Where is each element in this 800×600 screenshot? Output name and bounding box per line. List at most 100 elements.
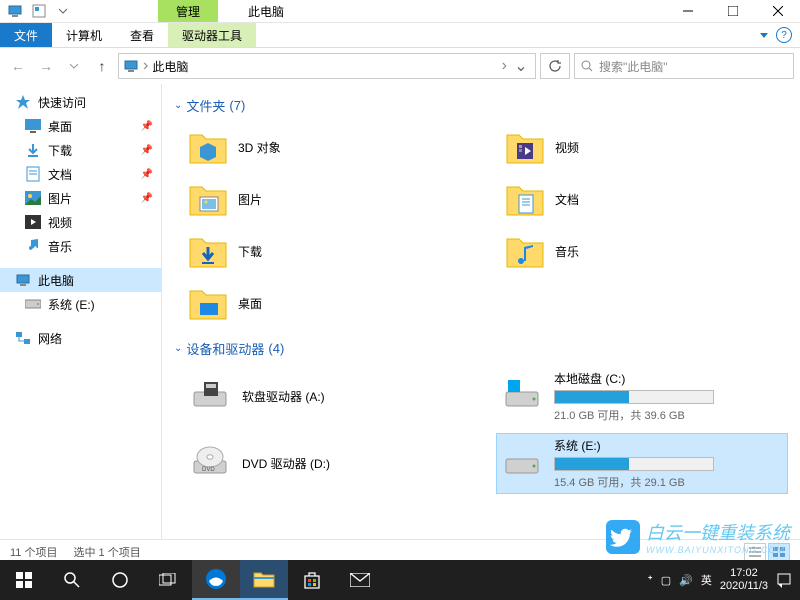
nav-back-button[interactable]: ← xyxy=(6,54,30,78)
search-placeholder: 搜索"此电脑" xyxy=(599,58,668,75)
sidebar-pictures[interactable]: 图片📌 xyxy=(0,186,161,210)
pin-icon: 📌 xyxy=(141,169,153,180)
folder-music[interactable]: 音乐 xyxy=(501,227,788,275)
taskbar-mail[interactable] xyxy=(336,560,384,600)
tray-clock[interactable]: 17:02 2020/11/3 xyxy=(720,567,768,593)
document-icon xyxy=(24,165,42,183)
tab-drive-tools[interactable]: 驱动器工具 xyxy=(168,23,256,47)
minimize-button[interactable] xyxy=(665,0,710,22)
ribbon-collapse-icon[interactable] xyxy=(760,33,768,38)
help-icon[interactable]: ? xyxy=(776,27,792,43)
device-system-e[interactable]: 系统 (E:) 15.4 GB 可用，共 29.1 GB xyxy=(496,433,788,494)
pin-icon: 📌 xyxy=(141,121,153,132)
folder-icon xyxy=(505,127,545,167)
device-floppy-a[interactable]: 软盘驱动器 (A:) xyxy=(184,366,476,427)
address-path: 此电脑 xyxy=(152,58,497,75)
nav-pane: 快速访问 桌面📌 下载📌 文档📌 图片📌 视频 音乐 此电脑 系统 (E:) 网… xyxy=(0,84,162,539)
search-icon xyxy=(581,60,593,72)
start-button[interactable] xyxy=(0,560,48,600)
folder-videos[interactable]: 视频 xyxy=(501,123,788,171)
folder-icon xyxy=(188,283,228,323)
dvd-icon: DVD xyxy=(188,437,232,481)
maximize-button[interactable] xyxy=(710,0,755,22)
video-icon xyxy=(24,213,42,231)
tab-file[interactable]: 文件 xyxy=(0,23,52,47)
address-sep2: › xyxy=(502,57,507,75)
sidebar-documents[interactable]: 文档📌 xyxy=(0,162,161,186)
folder-desktop[interactable]: 桌面 xyxy=(184,279,471,327)
pin-icon: 📌 xyxy=(141,193,153,204)
view-large-button[interactable] xyxy=(768,543,790,561)
pin-icon: 📌 xyxy=(141,145,153,156)
close-button[interactable] xyxy=(755,0,800,22)
drive-icon xyxy=(500,437,544,481)
folder-icon xyxy=(188,127,228,167)
folder-icon xyxy=(188,231,228,271)
drive-icon xyxy=(24,295,42,313)
drive-icon xyxy=(500,370,544,414)
nav-up-button[interactable]: ↑ xyxy=(90,54,114,78)
search-input[interactable]: 搜索"此电脑" xyxy=(574,53,794,79)
qat-dropdown-icon[interactable] xyxy=(52,1,74,21)
address-dropdown-icon[interactable]: ⌄ xyxy=(511,56,531,76)
address-pc-icon xyxy=(123,58,139,74)
status-item-count: 11 个项目 xyxy=(10,544,57,560)
folder-icon xyxy=(505,231,545,271)
pc-icon xyxy=(14,271,32,289)
tray-tip-icon[interactable]: ▢ xyxy=(661,574,671,587)
usage-bar xyxy=(554,390,714,404)
tab-view[interactable]: 查看 xyxy=(116,23,168,47)
tray-people-icon[interactable]: ᕀ xyxy=(647,572,652,589)
picture-icon xyxy=(24,189,42,207)
taskbar-explorer[interactable] xyxy=(240,560,288,600)
download-icon xyxy=(24,141,42,159)
nav-forward-button[interactable]: → xyxy=(34,54,58,78)
search-button[interactable] xyxy=(48,560,96,600)
tray-volume-icon[interactable]: 🔊 xyxy=(679,574,693,587)
svg-text:DVD: DVD xyxy=(202,467,215,473)
chevron-down-icon: ⌄ xyxy=(174,343,182,354)
status-selected-count: 选中 1 个项目 xyxy=(73,544,140,560)
content-pane: ⌄ 文件夹 (7) 3D 对象 视频 图片 文档 下载 音乐 桌面 ⌄ 设备和驱… xyxy=(162,84,800,539)
network-icon xyxy=(14,329,32,347)
tray-ime[interactable]: 英 xyxy=(701,572,712,588)
group-devices[interactable]: ⌄ 设备和驱动器 (4) xyxy=(174,339,788,358)
window-title: 此电脑 xyxy=(248,3,284,20)
qat-pc-icon[interactable] xyxy=(4,1,26,21)
usage-bar xyxy=(554,457,714,471)
address-bar[interactable]: › 此电脑 › ⌄ xyxy=(118,53,536,79)
qat-properties-icon[interactable] xyxy=(28,1,50,21)
address-sep: › xyxy=(143,57,148,75)
sidebar-videos[interactable]: 视频 xyxy=(0,210,161,234)
cortana-button[interactable] xyxy=(96,560,144,600)
group-folders[interactable]: ⌄ 文件夹 (7) xyxy=(174,96,788,115)
sidebar-network[interactable]: 网络 xyxy=(0,326,161,350)
folder-documents[interactable]: 文档 xyxy=(501,175,788,223)
sidebar-this-pc[interactable]: 此电脑 xyxy=(0,268,161,292)
floppy-icon xyxy=(188,370,232,414)
contextual-tab-manage: 管理 xyxy=(158,0,218,22)
taskbar: ᕀ ▢ 🔊 英 17:02 2020/11/3 xyxy=(0,560,800,600)
sidebar-music[interactable]: 音乐 xyxy=(0,234,161,258)
folder-3d-objects[interactable]: 3D 对象 xyxy=(184,123,471,171)
sidebar-downloads[interactable]: 下载📌 xyxy=(0,138,161,162)
folder-downloads[interactable]: 下载 xyxy=(184,227,471,275)
folder-pictures[interactable]: 图片 xyxy=(184,175,471,223)
sidebar-system-e[interactable]: 系统 (E:) xyxy=(0,292,161,316)
music-icon xyxy=(24,237,42,255)
star-icon xyxy=(14,93,32,111)
sidebar-quick-access[interactable]: 快速访问 xyxy=(0,90,161,114)
device-dvd-d[interactable]: DVD DVD 驱动器 (D:) xyxy=(184,433,476,494)
tab-computer[interactable]: 计算机 xyxy=(52,23,116,47)
chevron-down-icon: ⌄ xyxy=(174,100,182,111)
folder-icon xyxy=(188,179,228,219)
taskbar-edge[interactable] xyxy=(192,560,240,600)
task-view-button[interactable] xyxy=(144,560,192,600)
sidebar-desktop[interactable]: 桌面📌 xyxy=(0,114,161,138)
taskbar-store[interactable] xyxy=(288,560,336,600)
tray-notifications-icon[interactable] xyxy=(776,572,792,588)
nav-recent-dropdown[interactable] xyxy=(62,54,86,78)
view-details-button[interactable] xyxy=(744,543,766,561)
refresh-button[interactable] xyxy=(540,53,570,79)
device-local-c[interactable]: 本地磁盘 (C:) 21.0 GB 可用，共 39.6 GB xyxy=(496,366,788,427)
